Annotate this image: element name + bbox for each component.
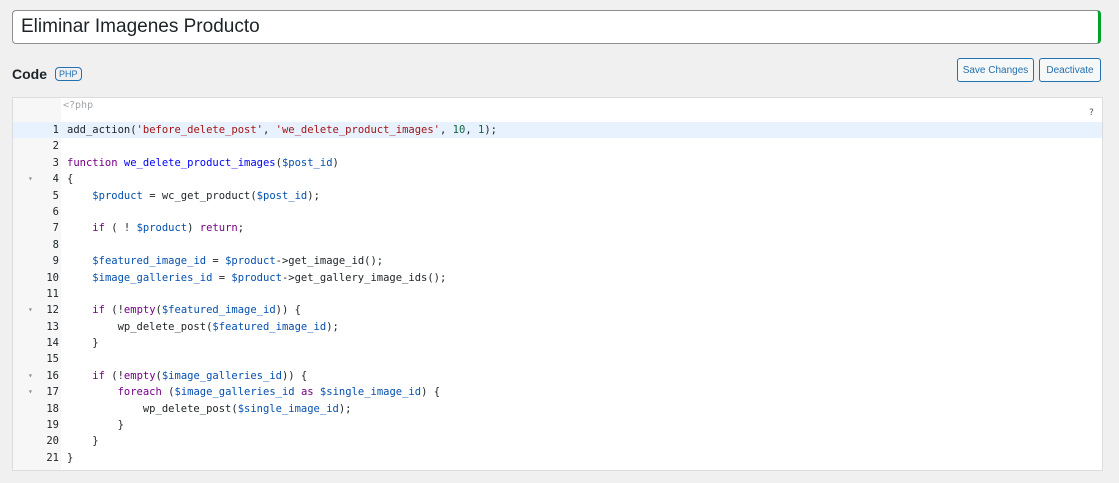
code-text: }	[67, 337, 99, 350]
line-number-area: 21	[13, 450, 61, 466]
code-line[interactable]: 7 if ( ! $product) return;	[13, 220, 1102, 236]
code-line[interactable]: 8	[13, 237, 1102, 253]
line-number: 17	[46, 386, 59, 399]
line-number-area: 18	[13, 401, 61, 417]
code-line[interactable]: 19 }	[13, 417, 1102, 433]
php-open-tag: <?php	[63, 100, 94, 111]
line-number-area: 9	[13, 253, 61, 269]
code-line[interactable]: 13 wp_delete_post($featured_image_id);	[13, 319, 1102, 335]
line-number-area: 3	[13, 155, 61, 171]
line-number-area: 13	[13, 319, 61, 335]
line-number: 13	[46, 320, 59, 333]
line-number-area: 20	[13, 433, 61, 449]
line-number: 12	[46, 304, 59, 317]
line-number: 7	[52, 222, 59, 235]
code-line[interactable]: 5 $product = wc_get_product($post_id);	[13, 188, 1102, 204]
line-number: 1	[52, 124, 59, 136]
deactivate-button[interactable]: Deactivate	[1039, 58, 1101, 82]
line-number-area: ▾ 4	[13, 171, 61, 187]
line-number-area: 1	[13, 122, 61, 139]
code-text: wp_delete_post($single_image_id);	[67, 402, 352, 415]
line-number-area: ▾ 17	[13, 384, 61, 400]
line-number: 19	[46, 419, 59, 432]
help-icon[interactable]: ?	[1089, 108, 1094, 118]
line-number-area: 11	[13, 286, 61, 302]
line-number: 5	[52, 189, 59, 202]
line-number: 14	[46, 337, 59, 350]
code-line[interactable]: 9 $featured_image_id = $product->get_ima…	[13, 253, 1102, 269]
line-number-area: 10	[13, 270, 61, 286]
code-text: }	[67, 451, 74, 464]
code-text: if (!empty($image_galleries_id)) {	[92, 369, 308, 382]
line-number: 6	[52, 205, 59, 218]
code-line[interactable]: ▾ 17 foreach ($image_galleries_id as $sin…	[13, 384, 1102, 400]
php-badge: PHP	[55, 67, 82, 81]
line-number: 4	[52, 173, 59, 186]
code-text: function we_delete_product_images($post_…	[67, 156, 339, 169]
line-number-area: 5	[13, 188, 61, 204]
code-line[interactable]: ▾ 16 if (!empty($image_galleries_id)) {	[13, 368, 1102, 384]
line-number: 15	[46, 353, 59, 366]
line-number: 11	[46, 287, 59, 300]
line-number-area: 14	[13, 335, 61, 351]
line-number: 21	[46, 451, 59, 464]
code-text: {	[67, 173, 74, 186]
line-number: 10	[46, 271, 59, 284]
line-number-area: 2	[13, 138, 61, 154]
code-line[interactable]: 2	[13, 138, 1102, 154]
code-text: $featured_image_id = $product->get_image…	[92, 255, 384, 268]
code-editor[interactable]: <?php ? 1 add_action('before_delete_post'…	[12, 97, 1103, 471]
line-number-area: 7	[13, 220, 61, 236]
code-text: }	[67, 435, 99, 448]
code-line[interactable]: 10 $image_galleries_id = $product->get_g…	[13, 270, 1102, 286]
code-label: Code	[12, 66, 47, 82]
line-number-area: 19	[13, 417, 61, 433]
line-number-area: 6	[13, 204, 61, 220]
code-line[interactable]: 20 }	[13, 433, 1102, 449]
code-line[interactable]: 3 function we_delete_product_images($post…	[13, 155, 1102, 171]
line-number: 2	[52, 140, 59, 153]
code-text: if (!empty($featured_image_id)) {	[92, 304, 301, 317]
snippet-title-input[interactable]: Eliminar Imagenes Producto	[12, 10, 1101, 44]
line-number: 18	[46, 402, 59, 415]
code-text: $product = wc_get_product($post_id);	[92, 189, 320, 202]
line-number: 16	[46, 369, 59, 382]
code-line[interactable]: 15	[13, 351, 1102, 367]
line-number-area: 15	[13, 351, 61, 367]
code-text: }	[67, 419, 124, 432]
line-number: 8	[52, 238, 59, 251]
line-number-area: ▾ 16	[13, 368, 61, 384]
code-text: wp_delete_post($featured_image_id);	[67, 320, 339, 333]
code-line[interactable]: 11	[13, 286, 1102, 302]
code-heading: Code PHP	[12, 66, 82, 82]
code-text: add_action('before_delete_post', 'we_del…	[67, 124, 497, 136]
code-text: foreach ($image_galleries_id as $single_…	[117, 386, 441, 399]
code-line[interactable]: 14 }	[13, 335, 1102, 351]
code-line[interactable]: 1 add_action('before_delete_post', 'we_de…	[13, 122, 1102, 139]
code-text: $image_galleries_id = $product->get_gall…	[92, 271, 447, 284]
save-changes-button[interactable]: Save Changes	[957, 58, 1034, 82]
code-line[interactable]: 6	[13, 204, 1102, 220]
line-number: 3	[52, 156, 59, 169]
line-number-area: 8	[13, 237, 61, 253]
code-lines[interactable]: 1 add_action('before_delete_post', 'we_de…	[13, 122, 1102, 466]
line-number: 20	[46, 435, 59, 448]
code-text: if ( ! $product) return;	[92, 222, 245, 235]
line-number: 9	[52, 255, 59, 268]
code-line[interactable]: ▾ 12 if (!empty($featured_image_id)) {	[13, 302, 1102, 318]
code-line[interactable]: ▾ 4 {	[13, 171, 1102, 187]
code-line[interactable]: 18 wp_delete_post($single_image_id);	[13, 401, 1102, 417]
line-number-area: ▾ 12	[13, 302, 61, 318]
code-line[interactable]: 21}	[13, 450, 1102, 466]
